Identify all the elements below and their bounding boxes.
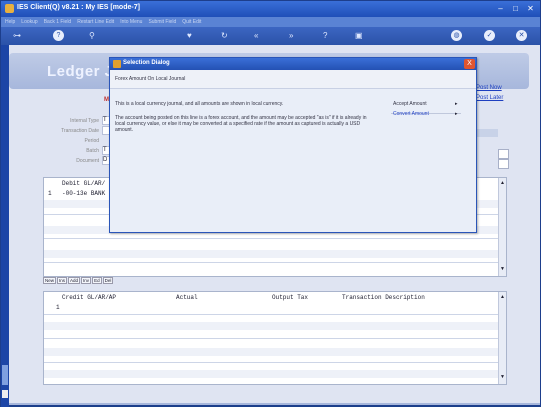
title-bar: IES Client(Q) v8.21 : My IES [mode-7] – … xyxy=(1,1,540,17)
forward-icon[interactable]: » xyxy=(289,31,293,41)
debit-row-account[interactable]: -00-13e BANK xyxy=(62,190,105,197)
credit-column-header: Credit GL/AR/AP xyxy=(62,294,117,301)
refresh-icon[interactable]: ↻ xyxy=(221,31,228,41)
help-icon[interactable]: ? xyxy=(53,30,64,41)
tab-del[interactable]: Del xyxy=(102,277,114,284)
left-sidebar xyxy=(1,45,9,407)
dialog-title: Selection Dialog xyxy=(123,60,170,66)
internal-type-label: Internal Type xyxy=(70,118,99,124)
post-later-link[interactable]: Post Later xyxy=(476,95,503,101)
globe-icon[interactable]: ◍ xyxy=(451,30,462,41)
minimize-button[interactable]: – xyxy=(495,3,506,14)
window-title: IES Client(Q) v8.21 : My IES [mode-7] xyxy=(17,4,140,11)
maximize-button[interactable]: □ xyxy=(510,3,521,14)
description-column-header: Transaction Description xyxy=(342,294,425,301)
actual-column-header: Actual xyxy=(176,294,198,301)
bottom-bar xyxy=(9,403,540,405)
scroll-down-icon[interactable]: ▼ xyxy=(499,266,506,273)
right-select-2[interactable] xyxy=(498,159,509,169)
accept-amount-option[interactable]: Accept Amount xyxy=(393,101,427,107)
menu-restart-line-edit[interactable]: Restart Line Edit xyxy=(77,17,114,27)
menu-lookup[interactable]: Lookup xyxy=(21,17,37,27)
table-row[interactable] xyxy=(44,348,498,356)
menu-back-field[interactable]: Back 1 Field xyxy=(44,17,72,27)
convert-arrow-icon[interactable]: ▸ xyxy=(455,111,458,117)
tab-new[interactable]: New xyxy=(43,277,57,284)
scroll-up-icon[interactable]: ▲ xyxy=(499,294,506,301)
period-label: Period xyxy=(84,138,99,144)
search-icon[interactable]: ⚲ xyxy=(89,31,95,41)
key-icon[interactable]: ⊶ xyxy=(13,31,21,41)
debit-column-header: Debit GL/AR/ xyxy=(62,180,106,187)
credit-grid: Credit GL/AR/AP Actual Output Tax Transa… xyxy=(43,291,507,385)
question-icon[interactable]: ? xyxy=(323,31,327,41)
dialog-close-button[interactable]: X xyxy=(464,59,475,69)
dialog-header: Forex Amount On Local Journal xyxy=(110,70,476,89)
heart-icon[interactable]: ♥ xyxy=(187,31,192,41)
rewind-icon[interactable]: « xyxy=(254,31,258,41)
accept-arrow-icon[interactable]: ▸ xyxy=(455,101,458,107)
table-row[interactable] xyxy=(44,370,498,378)
printer-icon[interactable]: ▣ xyxy=(355,31,363,41)
check-icon[interactable]: ✓ xyxy=(484,30,495,41)
tab-ed[interactable]: Ed xyxy=(92,277,102,284)
sidebar-tool-icon[interactable] xyxy=(2,365,8,385)
right-select[interactable] xyxy=(498,149,509,159)
tab-add[interactable]: Add xyxy=(68,277,81,284)
tab-inv[interactable]: Inv xyxy=(81,277,92,284)
app-window: IES Client(Q) v8.21 : My IES [mode-7] – … xyxy=(0,0,541,407)
app-icon xyxy=(5,4,14,13)
menu-bar: Help Lookup Back 1 Field Restart Line Ed… xyxy=(1,17,540,27)
close-window-button[interactable]: ✕ xyxy=(525,3,536,14)
dialog-info-text: This is a local currency journal, and al… xyxy=(115,101,284,107)
dialog-app-icon xyxy=(113,60,121,68)
row-action-tabs: New Ins Add Inv Ed Del xyxy=(43,277,114,284)
dialog-heading: Forex Amount On Local Journal xyxy=(115,76,186,82)
menu-submit-field[interactable]: Submit Field xyxy=(148,17,176,27)
scroll-up-icon[interactable]: ▲ xyxy=(499,180,506,187)
scroll-down-icon[interactable]: ▼ xyxy=(499,374,506,381)
cancel-icon[interactable]: ✕ xyxy=(516,30,527,41)
menu-help[interactable]: Help xyxy=(5,17,15,27)
post-links: Post Now Post Later xyxy=(476,85,503,105)
toolbar: ⊶ ? ⚲ ♥ ↻ « » ? ▣ ◍ ✓ ✕ xyxy=(1,27,540,45)
post-now-link[interactable]: Post Now xyxy=(476,85,503,91)
output-tax-column-header: Output Tax xyxy=(272,294,309,301)
credit-row-number: 1 xyxy=(56,304,60,311)
tab-ins[interactable]: Ins xyxy=(57,277,68,284)
table-row[interactable] xyxy=(44,250,498,258)
debit-scrollbar[interactable]: ▲ ▼ xyxy=(498,178,506,276)
table-row[interactable] xyxy=(44,322,498,330)
debit-row-number: 1 xyxy=(48,190,52,197)
menu-quit-edit[interactable]: Quit Edit xyxy=(182,17,201,27)
convert-amount-option[interactable]: Convert Amount xyxy=(393,111,429,117)
dialog-title-bar: Selection Dialog X xyxy=(110,58,476,70)
dialog-detail-text: The account being posted on this line is… xyxy=(115,115,367,133)
credit-scrollbar[interactable]: ▲ ▼ xyxy=(498,292,506,384)
transaction-date-label: Transaction Date xyxy=(61,128,99,134)
selection-dialog: Selection Dialog X Forex Amount On Local… xyxy=(109,57,477,233)
dialog-body: This is a local currency journal, and al… xyxy=(110,89,476,232)
right-info-bar xyxy=(474,129,498,137)
sidebar-doc-icon[interactable] xyxy=(2,390,8,398)
batch-label: Batch xyxy=(86,148,99,154)
menu-into-menu[interactable]: Into Menu xyxy=(120,17,142,27)
document-label: Document xyxy=(76,158,99,164)
